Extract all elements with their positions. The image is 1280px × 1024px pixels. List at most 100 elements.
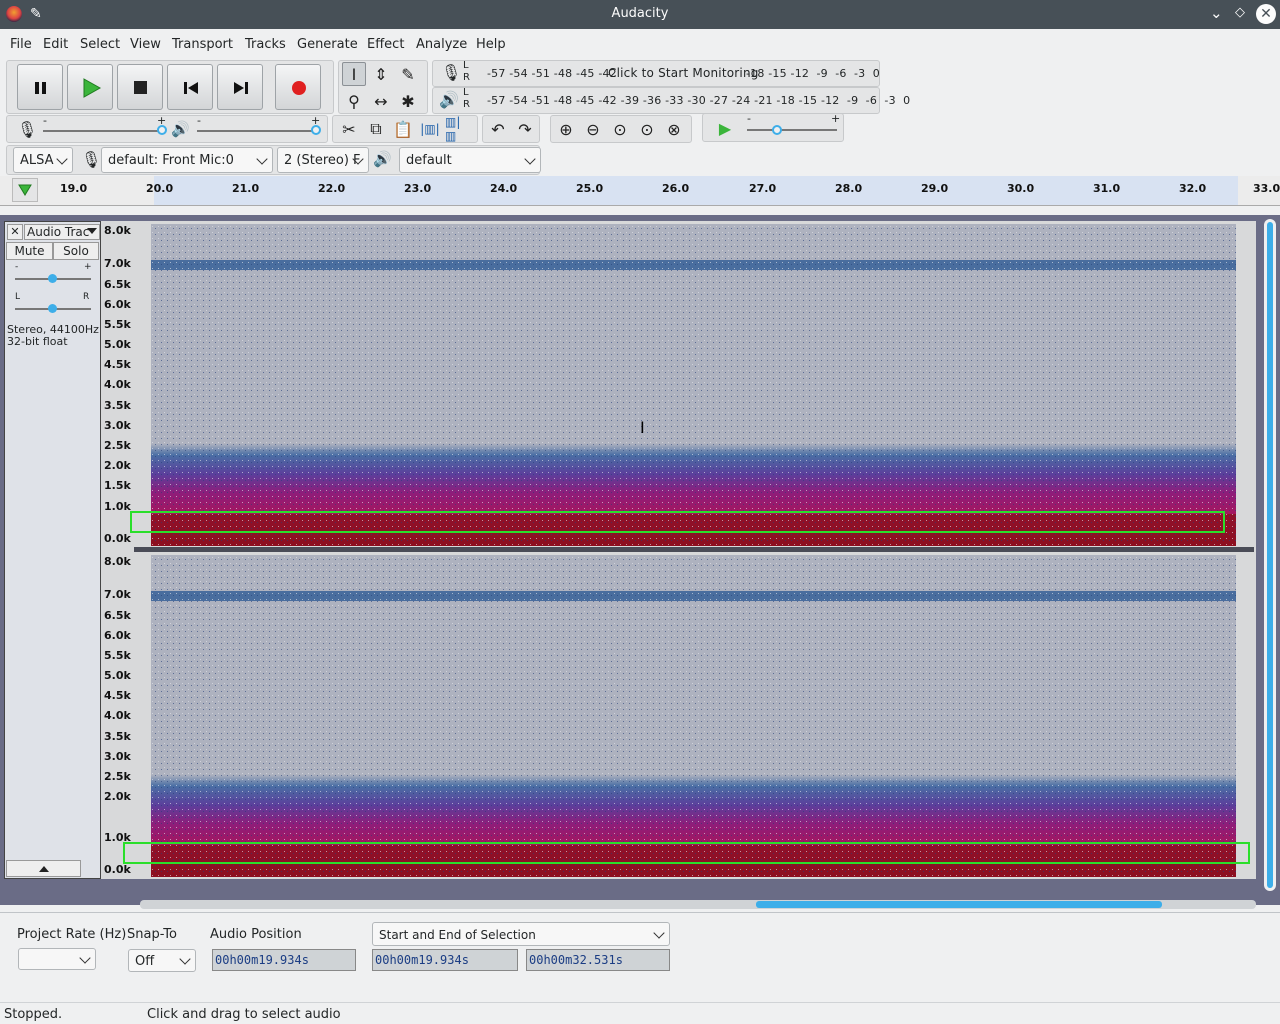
status-bar: Stopped. Click and drag to select audio [0, 1002, 1280, 1024]
horizontal-scrollbar-thumb[interactable] [756, 901, 1162, 908]
pan-left-label: L [15, 292, 21, 302]
ruler-tick-24: 24.0 [490, 182, 518, 195]
cut-icon[interactable]: ✂ [337, 117, 361, 141]
record-button[interactable] [275, 64, 321, 110]
silence-icon[interactable]: ▥|▥ [445, 115, 469, 143]
playback-device-select[interactable]: default [399, 147, 541, 173]
selection-tool-icon[interactable]: I [342, 62, 366, 86]
pause-button[interactable] [17, 64, 63, 110]
menu-file[interactable]: File [10, 37, 32, 52]
selection-mode-select[interactable]: Start and End of Selection [372, 922, 670, 946]
freq-label: 1.0k [104, 500, 131, 513]
audio-position-field[interactable]: 00h00m19.934s [212, 949, 356, 971]
recording-meter-toolbar: 🎙 L R -57 -54 -51 -48 -45 -42 Click to S… [432, 60, 880, 87]
freq-label: 2.5k [104, 770, 131, 783]
recording-volume-slider[interactable] [43, 130, 163, 132]
freq-label: 2.0k [104, 459, 131, 472]
envelope-tool-icon[interactable]: ⇕ [369, 62, 393, 86]
track-menu-arrow-icon[interactable] [87, 228, 97, 234]
audio-host-select[interactable]: ALSA [13, 147, 73, 173]
trim-icon[interactable]: |▥| [418, 117, 442, 141]
microphone-icon[interactable]: 🎙 [441, 63, 461, 82]
menu-effect[interactable]: Effect [367, 37, 404, 52]
zoom-in-icon[interactable]: ⊕ [554, 117, 578, 141]
pan-thumb[interactable] [48, 304, 57, 313]
copy-icon[interactable]: ⧉ [364, 117, 388, 141]
recording-device-select[interactable]: default: Front Mic:0 [101, 147, 273, 173]
menu-select[interactable]: Select [80, 37, 120, 52]
play-button[interactable] [67, 64, 113, 110]
redo-icon[interactable]: ↷ [513, 117, 537, 141]
output-device-speaker-icon: 🔊 [373, 150, 392, 168]
menu-transport[interactable]: Transport [172, 37, 233, 52]
project-rate-select[interactable] [18, 948, 96, 970]
status-hint: Click and drag to select audio [147, 1007, 341, 1022]
playback-volume-thumb[interactable] [311, 125, 321, 135]
freq-label: 1.5k [104, 479, 131, 492]
menu-tracks[interactable]: Tracks [245, 37, 286, 52]
paste-icon[interactable]: 📋 [391, 117, 415, 141]
selection-start-value: 00h00m19.934s [375, 953, 469, 967]
track-info-sample: 32-bit float [7, 335, 68, 348]
collapse-track-button[interactable] [6, 860, 81, 877]
vertical-scrollbar-thumb[interactable] [1267, 222, 1273, 888]
freq-label: 2.5k [104, 439, 131, 452]
spectrogram-lower-channel[interactable] [151, 555, 1236, 877]
mute-button[interactable]: Mute [6, 242, 53, 260]
timeline-play-head-icon[interactable] [12, 178, 38, 202]
pan-right-label: R [83, 292, 90, 302]
timeline-ruler[interactable]: 19.0 20.0 21.0 22.0 23.0 24.0 25.0 26.0 … [0, 176, 1280, 206]
multi-tool-icon[interactable]: ✱ [396, 89, 420, 113]
ruler-tick-26: 26.0 [662, 182, 690, 195]
maximize-icon[interactable]: ◇ [1235, 5, 1245, 20]
menu-edit[interactable]: Edit [43, 37, 68, 52]
start-monitoring-prompt[interactable]: Click to Start Monitoring [608, 66, 759, 80]
menu-help[interactable]: Help [476, 37, 506, 52]
recording-volume-thumb[interactable] [157, 125, 167, 135]
solo-button[interactable]: Solo [53, 242, 99, 260]
input-device-mic-icon: 🎙 [81, 150, 102, 169]
recording-channels-select[interactable]: 2 (Stereo) F [277, 147, 369, 173]
menu-generate[interactable]: Generate [297, 37, 358, 52]
status-state: Stopped. [4, 1007, 63, 1022]
menu-view[interactable]: View [130, 37, 161, 52]
play-speed-slider[interactable] [747, 129, 837, 131]
freq-label: 5.0k [104, 669, 131, 682]
timeshift-tool-icon[interactable]: ↔ [369, 89, 393, 113]
freq-label: 3.0k [104, 419, 131, 432]
zoom-tool-icon[interactable]: ⚲ [342, 89, 366, 113]
edit-toolbar: ✂ ⧉ 📋 |▥| ▥|▥ [332, 115, 478, 143]
zoom-out-icon[interactable]: ⊖ [581, 117, 605, 141]
title-bar: ✎ Audacity ⌄ ◇ ✕ [0, 0, 1280, 29]
play-at-speed-button[interactable]: ▶ [713, 116, 737, 140]
speaker-icon[interactable]: 🔊 [439, 90, 459, 109]
skip-to-start-button[interactable] [167, 64, 213, 110]
play-speed-thumb[interactable] [772, 125, 782, 135]
skip-to-end-button[interactable] [217, 64, 263, 110]
minimize-icon[interactable]: ⌄ [1210, 4, 1223, 22]
record-meter-scale-right: -18 -15 -12 -9 -6 -3 0 [746, 67, 880, 80]
recording-volume-icon: 🎙 [17, 120, 38, 139]
freq-label: 3.5k [104, 399, 131, 412]
menu-analyze[interactable]: Analyze [416, 37, 467, 52]
spectrogram-upper-channel[interactable] [151, 224, 1236, 546]
draw-tool-icon[interactable]: ✎ [396, 62, 420, 86]
freq-label: 0.0k [104, 863, 131, 876]
fit-selection-icon[interactable]: ⊙ [608, 117, 632, 141]
stop-button[interactable] [117, 64, 163, 110]
close-icon[interactable]: ✕ [1256, 4, 1276, 24]
gain-thumb[interactable] [48, 274, 57, 283]
selection-start-field[interactable]: 00h00m19.934s [372, 949, 518, 971]
device-toolbar: ALSA 🎙 default: Front Mic:0 2 (Stereo) F… [6, 145, 541, 175]
zoom-toolbar: ⊕ ⊖ ⊙ ⊙ ⊗ [550, 115, 692, 143]
ruler-tick-32: 32.0 [1179, 182, 1207, 195]
playback-volume-slider[interactable] [197, 130, 317, 132]
ruler-tick-28: 28.0 [835, 182, 863, 195]
selection-end-field[interactable]: 00h00m32.531s [526, 949, 670, 971]
undo-icon[interactable]: ↶ [486, 117, 510, 141]
snap-to-select[interactable]: Off [128, 949, 196, 972]
track-close-icon[interactable]: ✕ [7, 224, 23, 240]
zoom-toggle-icon[interactable]: ⊗ [662, 117, 686, 141]
speed-minus: - [747, 112, 751, 125]
fit-project-icon[interactable]: ⊙ [635, 117, 659, 141]
